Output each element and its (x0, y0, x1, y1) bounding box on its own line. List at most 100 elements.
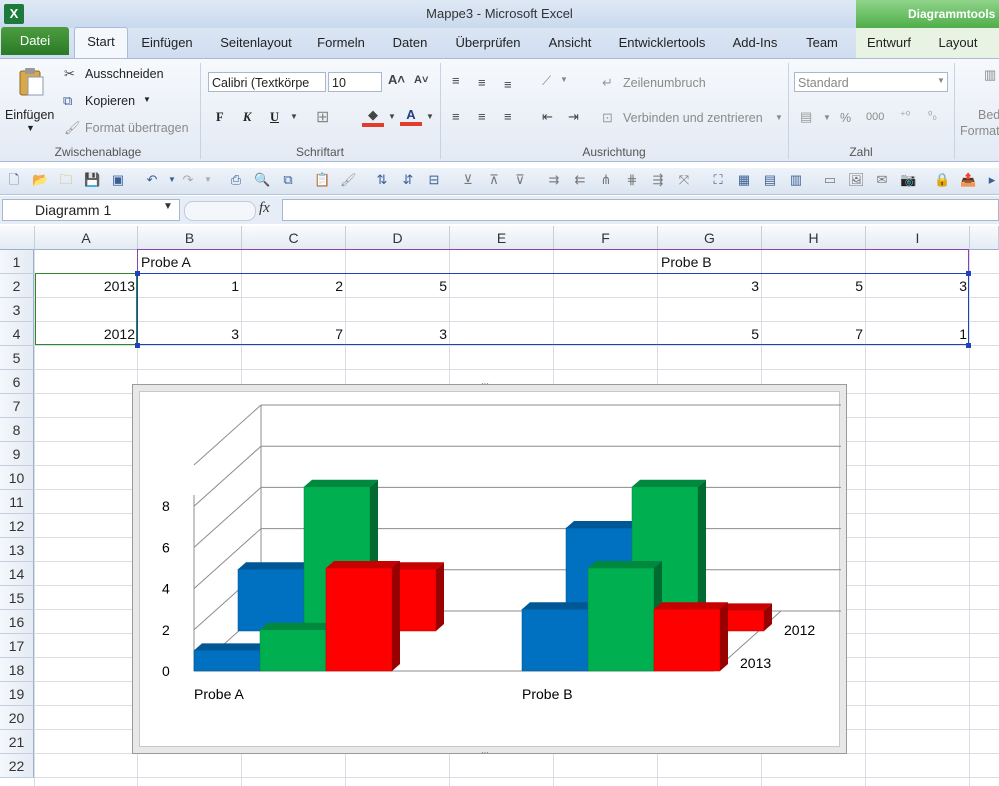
form-icon[interactable]: ▭ (822, 172, 838, 188)
column-header-a[interactable]: A (35, 226, 138, 250)
group-icon[interactable]: ⋔ (598, 172, 614, 188)
clear-filter-icon[interactable]: ⊼ (486, 172, 502, 188)
ungroup-icon[interactable]: ⋕ (624, 172, 640, 188)
row-header-19[interactable]: 19 (0, 682, 34, 706)
decrease-decimal-icon[interactable]: ⁰₀ (928, 109, 937, 122)
bold-button[interactable]: F (216, 110, 224, 125)
remove-arrows-icon[interactable]: ⤧ (676, 172, 692, 188)
row-header-18[interactable]: 18 (0, 658, 34, 682)
row-header-8[interactable]: 8 (0, 418, 34, 442)
row-header-13[interactable]: 13 (0, 538, 34, 562)
merge-center-button[interactable]: Verbinden und zentrieren (623, 111, 763, 125)
new-file-icon[interactable]: 🗋 (6, 172, 22, 188)
paste-small-icon[interactable]: 📋 (314, 172, 330, 188)
conditional-format-button[interactable]: Bedi (978, 108, 999, 122)
decrease-indent-icon[interactable]: ⇤ (542, 109, 553, 125)
row-header-6[interactable]: 6 (0, 370, 34, 394)
column-header-h[interactable]: H (762, 226, 866, 250)
more-commands-icon[interactable]: ▸ (984, 172, 999, 188)
column-header-f[interactable]: F (554, 226, 658, 250)
column-header-e[interactable]: E (450, 226, 554, 250)
orientation-icon[interactable]: ⟋ (542, 73, 551, 89)
column-header-b[interactable]: B (138, 226, 242, 250)
tab-daten[interactable]: Daten (384, 28, 436, 58)
formula-input[interactable] (282, 199, 999, 221)
share-workbook-icon[interactable]: 📤 (960, 172, 976, 188)
number-format-dropdown-icon[interactable]: ▼ (937, 76, 945, 85)
column-header-c[interactable]: C (242, 226, 346, 250)
copy-dropdown-icon[interactable]: ▼ (143, 95, 151, 104)
tab-datei[interactable]: Datei (1, 27, 69, 55)
shrink-font-icon[interactable]: A˅ (414, 74, 428, 86)
tab-team[interactable]: Team (796, 28, 848, 58)
table-icon[interactable]: ▦ (736, 172, 752, 188)
table-grid-icon[interactable]: ▤ (762, 172, 778, 188)
copy-icon[interactable]: ⧉ (63, 93, 72, 109)
row-header-15[interactable]: 15 (0, 586, 34, 610)
wrap-text-icon[interactable]: ↵ (602, 75, 613, 91)
tab-entwicklertools[interactable]: Entwicklertools (610, 28, 714, 58)
filter-icon[interactable]: ⊻ (460, 172, 476, 188)
column-header-i[interactable]: I (866, 226, 970, 250)
fullscreen-icon[interactable]: ⛶ (710, 172, 726, 188)
currency-icon[interactable]: ▤ (800, 109, 812, 125)
format-painter-small-icon[interactable]: 🖌 (340, 172, 357, 188)
align-top-icon[interactable]: ≡ (452, 73, 460, 88)
mail-icon[interactable]: ✉ (874, 172, 890, 188)
tab-start[interactable]: Start (74, 27, 128, 59)
range-resize-handle[interactable] (135, 343, 140, 348)
border-icon[interactable]: ⊞ (316, 107, 329, 127)
table-columns-icon[interactable]: ▥ (788, 172, 804, 188)
undo-icon[interactable]: ↶ (144, 172, 160, 188)
number-format-dropdown[interactable]: Standard (794, 72, 948, 92)
align-bottom-icon[interactable]: ≡ (504, 77, 512, 92)
row-header-22[interactable]: 22 (0, 754, 34, 778)
formula-bar-expander[interactable] (184, 201, 256, 221)
row-header-4[interactable]: 4 (0, 322, 34, 346)
open-recent-icon[interactable]: 🗀 (58, 172, 74, 188)
percent-button[interactable]: % (840, 111, 851, 125)
redo-dropdown-icon[interactable]: ▼ (200, 172, 216, 188)
align-left-icon[interactable]: ≡ (452, 109, 460, 124)
paste-icon[interactable] (16, 67, 46, 99)
merge-dropdown-icon[interactable]: ▼ (775, 113, 783, 122)
tab-layout[interactable]: Layout (930, 28, 986, 58)
move-arrows-icon[interactable]: ⇶ (650, 172, 666, 188)
insert-function-icon[interactable]: fx (259, 200, 270, 217)
paste-button[interactable]: Einfügen (5, 108, 54, 122)
quick-print-icon[interactable]: ⧉ (280, 172, 296, 188)
thousands-button[interactable]: 000 (866, 111, 884, 123)
font-color-dropdown-icon[interactable]: ▼ (426, 112, 434, 121)
row-header-16[interactable]: 16 (0, 610, 34, 634)
protect-icon[interactable]: 🔒 (934, 172, 950, 188)
italic-button[interactable]: K (243, 110, 251, 125)
row-header-3[interactable]: 3 (0, 298, 34, 322)
camera-icon[interactable]: 📷 (900, 172, 916, 188)
open-folder-icon[interactable]: 📂 (32, 172, 48, 188)
font-name-dropdown[interactable]: Calibri (Textkörpe (208, 72, 326, 92)
sort-ascending-icon[interactable]: ⇅ (374, 172, 390, 188)
row-header-5[interactable]: 5 (0, 346, 34, 370)
conditional-format-icon[interactable]: ▥ (984, 67, 996, 83)
row-header-7[interactable]: 7 (0, 394, 34, 418)
image-icon[interactable]: 🖼 (848, 172, 865, 188)
increase-decimal-icon[interactable]: ⁺⁰ (900, 109, 910, 122)
tab-entwurf[interactable]: Entwurf (860, 28, 918, 58)
tab-formeln[interactable]: Formeln (310, 28, 372, 58)
row-header-21[interactable]: 21 (0, 730, 34, 754)
tab-seitenlayout[interactable]: Seitenlayout (208, 28, 304, 58)
font-size-dropdown[interactable]: 10 (328, 72, 382, 92)
undo-dropdown-icon[interactable]: ▼ (164, 172, 180, 188)
row-header-14[interactable]: 14 (0, 562, 34, 586)
cut-button[interactable]: Ausschneiden (85, 67, 164, 81)
row-header-9[interactable]: 9 (0, 442, 34, 466)
row-header-10[interactable]: 10 (0, 466, 34, 490)
font-color-icon[interactable]: A (400, 107, 422, 126)
name-box[interactable]: Diagramm 1 (2, 199, 180, 221)
underline-dropdown-icon[interactable]: ▼ (290, 112, 298, 121)
row-header-17[interactable]: 17 (0, 634, 34, 658)
row-header-12[interactable]: 12 (0, 514, 34, 538)
format-as-table-button[interactable]: Formati (960, 124, 999, 138)
chart-resize-handle[interactable]: ⋯ (481, 380, 495, 388)
name-box-dropdown-icon[interactable]: ▼ (163, 201, 173, 212)
